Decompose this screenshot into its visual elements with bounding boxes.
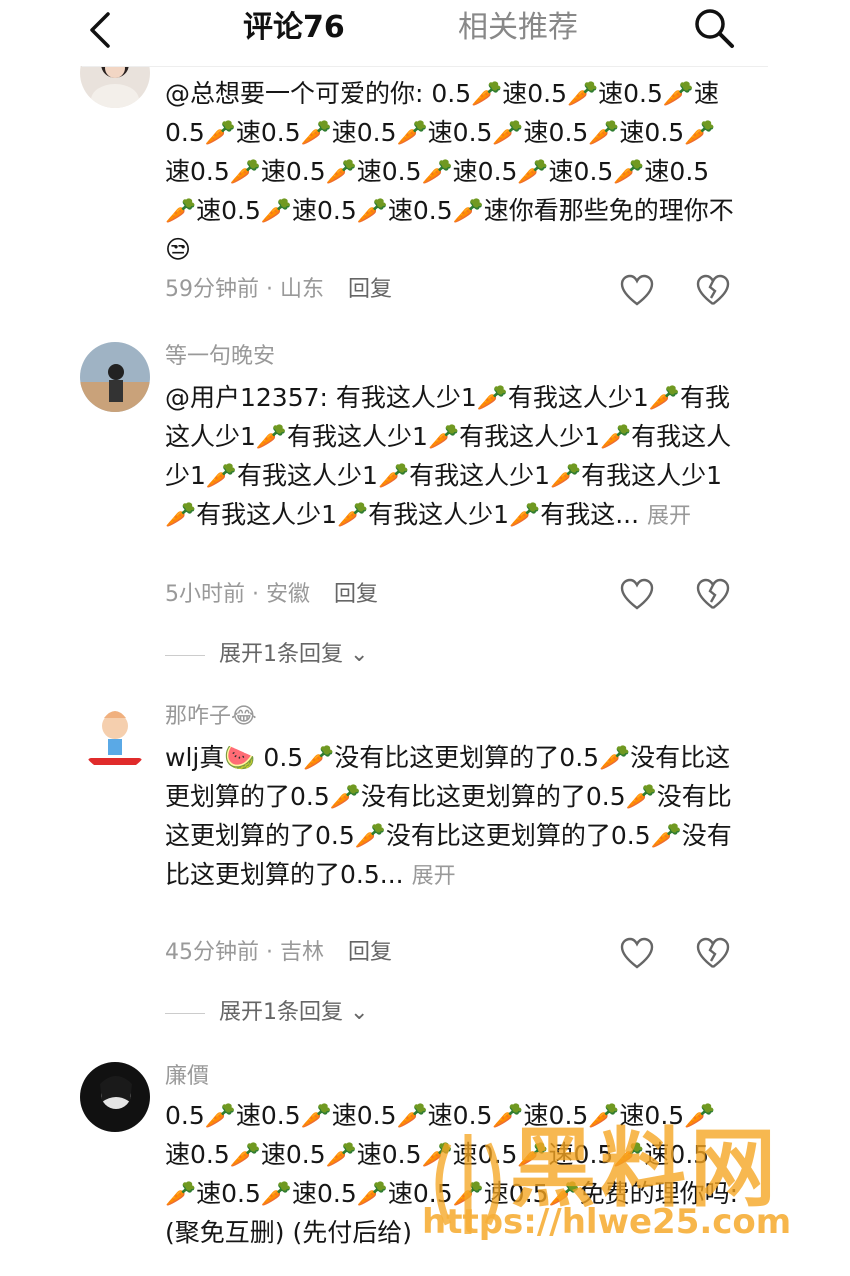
expand-replies-button[interactable]: 展开1条回复 ⌄	[165, 640, 368, 670]
username[interactable]: 那咋子😂	[165, 702, 257, 732]
replies-divider-line	[165, 654, 205, 656]
broken-heart-icon[interactable]	[696, 578, 730, 612]
comment-meta: 5小时前 · 安徽 回复	[165, 580, 378, 610]
username[interactable]: 廉價	[165, 1062, 209, 1092]
chevron-down-icon: ⌄	[350, 642, 369, 667]
heart-icon[interactable]	[620, 274, 654, 308]
chevron-down-icon: ⌄	[350, 1000, 369, 1025]
tab-comments[interactable]: 评论76	[243, 8, 345, 48]
header-divider	[82, 66, 768, 67]
comment-meta: 45分钟前 · 吉林 回复	[165, 938, 392, 968]
reply-button[interactable]: 回复	[348, 940, 392, 965]
broken-heart-icon[interactable]	[696, 937, 730, 971]
avatar[interactable]	[80, 1062, 150, 1132]
username[interactable]: 等一句晚安	[165, 342, 275, 372]
comment-text: wlj真🍉 0.5🥕没有比这更划算的了0.5🥕没有比这更划算的了0.5🥕没有比这…	[165, 738, 740, 896]
comment-text: @总想要一个可爱的你: 0.5🥕速0.5🥕速0.5🥕速0.5🥕速0.5🥕速0.5…	[165, 79, 734, 264]
expand-replies-button[interactable]: 展开1条回复 ⌄	[165, 998, 368, 1028]
heart-icon[interactable]	[620, 578, 654, 612]
comment-text: 0.5🥕速0.5🥕速0.5🥕速0.5🥕速0.5🥕速0.5🥕速0.5🥕速0.5🥕速…	[165, 1101, 739, 1247]
search-icon[interactable]	[690, 4, 738, 52]
comment-text: @用户12357: 有我这人少1🥕有我这人少1🥕有我这人少1🥕有我这人少1🥕有我…	[165, 378, 740, 536]
expand-replies-label: 展开1条回复	[219, 642, 343, 667]
avatar[interactable]	[80, 342, 150, 412]
comment-time-location: 5小时前 · 安徽	[165, 582, 310, 607]
top-bar: 评论76 相关推荐	[0, 0, 850, 67]
comment-meta: 59分钟前 · 山东 回复	[165, 275, 392, 305]
reply-button[interactable]: 回复	[334, 582, 378, 607]
expand-link[interactable]: 展开	[412, 864, 456, 889]
heart-icon[interactable]	[620, 937, 654, 971]
expand-replies-label: 展开1条回复	[219, 1000, 343, 1025]
expand-link[interactable]: 展开	[647, 504, 691, 529]
comment-time-location: 45分钟前 · 吉林	[165, 940, 324, 965]
broken-heart-icon[interactable]	[696, 274, 730, 308]
comment-time-location: 59分钟前 · 山东	[165, 277, 324, 302]
replies-divider-line	[165, 1012, 205, 1014]
tab-related[interactable]: 相关推荐	[458, 8, 578, 48]
avatar[interactable]	[80, 702, 150, 772]
reply-button[interactable]: 回复	[348, 277, 392, 302]
back-arrow-icon[interactable]	[82, 10, 122, 50]
